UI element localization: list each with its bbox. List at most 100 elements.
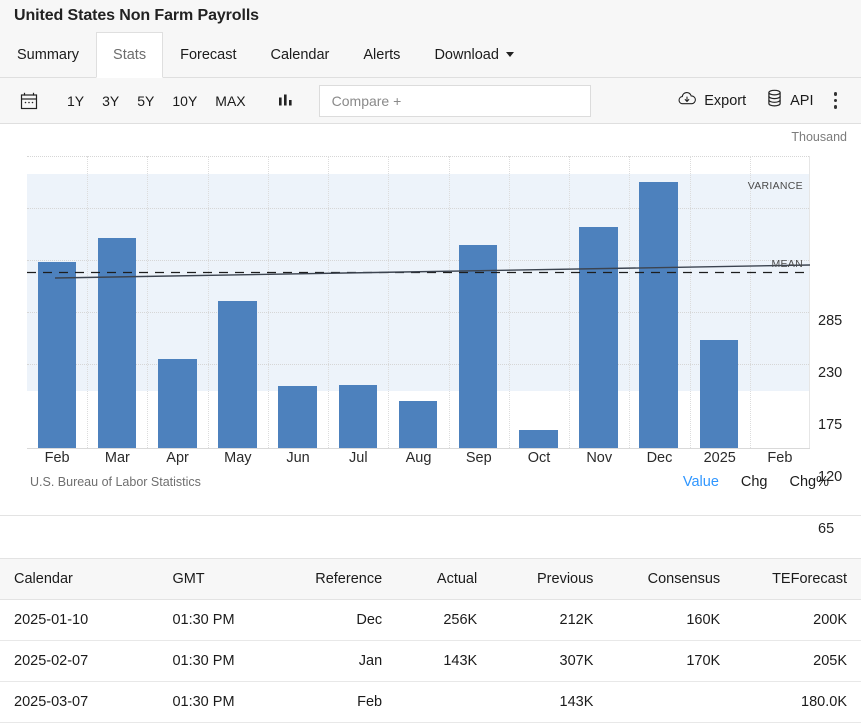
th-actual[interactable]: Actual (396, 559, 491, 600)
page-title: United States Non Farm Payrolls (14, 7, 259, 25)
th-calendar[interactable]: Calendar (0, 559, 158, 600)
cell-reference: Dec (285, 600, 396, 641)
tab-label: Stats (113, 47, 146, 63)
chart-footer: U.S. Bureau of Labor Statistics Value Ch… (0, 474, 861, 490)
database-icon (766, 89, 783, 112)
cell-gmt: 01:30 PM (158, 641, 285, 682)
cell-previous: 212K (491, 600, 607, 641)
cell-calendar: 2025-02-07 (0, 641, 158, 682)
toggle-value[interactable]: Value (683, 474, 719, 490)
tab-label: Calendar (271, 47, 330, 63)
toolbar-right-actions: Export API (667, 85, 847, 116)
chevron-down-icon (506, 52, 514, 57)
x-axis-labels: Feb Mar Apr May Jun Jul Aug Sep Oct Nov … (27, 450, 810, 466)
chart-panel: Thousand (0, 124, 861, 516)
table-row[interactable]: 2025-03-07 01:30 PM Feb 143K 180.0K (0, 682, 861, 723)
spacer (0, 516, 861, 558)
tab-label: Download (434, 47, 499, 63)
page-header: United States Non Farm Payrolls (0, 0, 861, 32)
tab-label: Summary (17, 47, 79, 63)
cloud-download-icon (677, 90, 697, 112)
xlabel: Sep (449, 450, 509, 466)
cell-actual: 256K (396, 600, 491, 641)
bar-chart-icon[interactable] (277, 92, 295, 110)
range-max[interactable]: MAX (206, 89, 254, 113)
mean-lines (27, 156, 810, 448)
tab-alerts[interactable]: Alerts (346, 32, 417, 77)
tab-label: Forecast (180, 47, 236, 63)
xlabel: Jun (268, 450, 328, 466)
table-header-row: Calendar GMT Reference Actual Previous C… (0, 559, 861, 600)
th-gmt[interactable]: GMT (158, 559, 285, 600)
cell-previous: 307K (491, 641, 607, 682)
plot-inner: VARIANCE MEAN (27, 156, 810, 448)
cell-previous: 143K (491, 682, 607, 723)
ytick-65: 65 (818, 521, 834, 537)
chart-plot-area: VARIANCE MEAN (27, 156, 810, 448)
cell-reference: Jan (285, 641, 396, 682)
xlabel: May (208, 450, 268, 466)
cell-calendar: 2025-03-07 (0, 682, 158, 723)
value-toggle-group: Value Chg Chg% (683, 474, 847, 490)
range-3y[interactable]: 3Y (93, 89, 128, 113)
api-label: API (790, 93, 813, 109)
cell-gmt: 01:30 PM (158, 600, 285, 641)
toggle-chgpct[interactable]: Chg% (790, 474, 830, 490)
kebab-menu-icon[interactable] (824, 86, 848, 115)
chart-unit-label: Thousand (791, 130, 847, 144)
export-button[interactable]: Export (667, 86, 756, 116)
toggle-chg[interactable]: Chg (741, 474, 768, 490)
trend-line (55, 265, 810, 278)
xlabel: Apr (147, 450, 207, 466)
range-5y[interactable]: 5Y (128, 89, 163, 113)
calendar-icon[interactable] (14, 86, 44, 116)
xlabel: Aug (388, 450, 448, 466)
ytick-175: 175 (818, 417, 842, 433)
xlabel: Jul (328, 450, 388, 466)
table-row[interactable]: 2025-02-07 01:30 PM Jan 143K 307K 170K 2… (0, 641, 861, 682)
xlabel: Mar (87, 450, 147, 466)
tab-download[interactable]: Download (417, 32, 531, 77)
table-row[interactable]: 2025-01-10 01:30 PM Dec 256K 212K 160K 2… (0, 600, 861, 641)
th-reference[interactable]: Reference (285, 559, 396, 600)
th-consensus[interactable]: Consensus (607, 559, 734, 600)
tab-stats[interactable]: Stats (96, 32, 163, 78)
cell-consensus (607, 682, 734, 723)
xlabel: Oct (509, 450, 569, 466)
xlabel: Feb (750, 450, 810, 466)
cell-consensus: 160K (607, 600, 734, 641)
range-selector: 1Y 3Y 5Y 10Y MAX (58, 89, 255, 113)
chart-source: U.S. Bureau of Labor Statistics (30, 475, 201, 489)
cell-reference: Feb (285, 682, 396, 723)
ytick-230: 230 (818, 365, 842, 381)
tab-forecast[interactable]: Forecast (163, 32, 253, 77)
range-1y[interactable]: 1Y (58, 89, 93, 113)
calendar-table: Calendar GMT Reference Actual Previous C… (0, 558, 861, 723)
xlabel: Feb (27, 450, 87, 466)
tab-summary[interactable]: Summary (0, 32, 96, 77)
cell-consensus: 170K (607, 641, 734, 682)
export-label: Export (704, 93, 746, 109)
th-teforecast[interactable]: TEForecast (734, 559, 861, 600)
xlabel: Dec (629, 450, 689, 466)
cell-teforecast: 200K (734, 600, 861, 641)
compare-input[interactable] (319, 85, 591, 117)
tab-calendar[interactable]: Calendar (254, 32, 347, 77)
variance-label: VARIANCE (748, 180, 803, 192)
cell-teforecast: 205K (734, 641, 861, 682)
chart-toolbar: 1Y 3Y 5Y 10Y MAX Export (0, 78, 861, 124)
th-previous[interactable]: Previous (491, 559, 607, 600)
xlabel: 2025 (690, 450, 750, 466)
cell-actual (396, 682, 491, 723)
cell-actual: 143K (396, 641, 491, 682)
api-button[interactable]: API (756, 85, 823, 116)
tab-label: Alerts (363, 47, 400, 63)
x-axis-baseline (27, 448, 810, 449)
ytick-285: 285 (818, 313, 842, 329)
mean-label: MEAN (771, 258, 803, 270)
tab-bar: Summary Stats Forecast Calendar Alerts D… (0, 32, 861, 78)
xlabel: Nov (569, 450, 629, 466)
cell-gmt: 01:30 PM (158, 682, 285, 723)
cell-calendar: 2025-01-10 (0, 600, 158, 641)
range-10y[interactable]: 10Y (163, 89, 206, 113)
